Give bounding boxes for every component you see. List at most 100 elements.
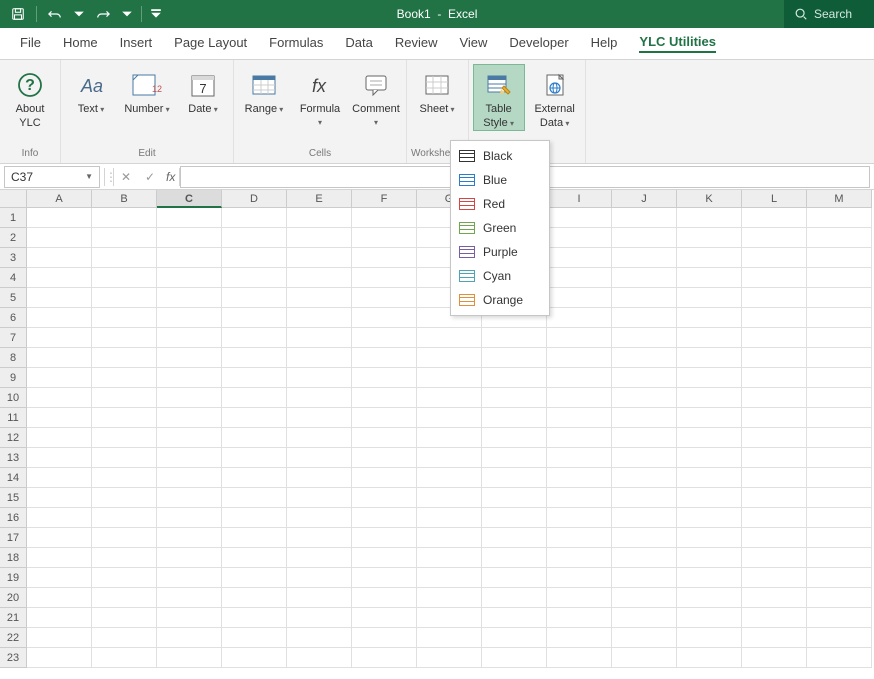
cell[interactable] [547,608,612,628]
table-style-black[interactable]: Black [451,144,549,168]
qat-customize[interactable] [150,4,162,24]
cell[interactable] [27,248,92,268]
cell[interactable] [92,388,157,408]
cell[interactable] [807,248,872,268]
select-all-corner[interactable] [0,190,27,208]
cell[interactable] [807,308,872,328]
cell[interactable] [27,348,92,368]
cell[interactable] [612,308,677,328]
cell[interactable] [287,348,352,368]
cell[interactable] [157,568,222,588]
cell[interactable] [287,328,352,348]
cell[interactable] [157,448,222,468]
spreadsheet-grid[interactable]: ABCDEFGHIJKLM 12345678910111213141516171… [0,190,874,679]
cell[interactable] [677,588,742,608]
cell[interactable] [677,528,742,548]
cell[interactable] [807,448,872,468]
cell[interactable] [807,608,872,628]
cell[interactable] [92,528,157,548]
undo-icon[interactable] [45,4,65,24]
cell[interactable] [742,328,807,348]
cell[interactable] [287,608,352,628]
cell[interactable] [27,568,92,588]
cell[interactable] [612,548,677,568]
cell[interactable] [92,488,157,508]
cell[interactable] [417,528,482,548]
cell[interactable] [27,528,92,548]
undo-menu[interactable] [73,4,85,24]
cell[interactable] [92,328,157,348]
cell[interactable] [677,448,742,468]
fbar-menu[interactable]: ⋮ [105,170,113,184]
row-header-23[interactable]: 23 [0,648,27,668]
cell[interactable] [612,388,677,408]
cell[interactable] [27,508,92,528]
cell[interactable] [677,228,742,248]
cell[interactable] [222,528,287,548]
cell[interactable] [352,208,417,228]
row-header-4[interactable]: 4 [0,268,27,288]
cell[interactable] [92,348,157,368]
cell[interactable] [677,268,742,288]
cell[interactable] [352,268,417,288]
cell[interactable] [742,268,807,288]
cell[interactable] [352,628,417,648]
cell[interactable] [807,368,872,388]
cell[interactable] [547,288,612,308]
col-header-I[interactable]: I [547,190,612,208]
cell[interactable] [417,508,482,528]
cell[interactable] [157,548,222,568]
cell[interactable] [287,468,352,488]
cell[interactable] [547,448,612,468]
cell[interactable] [157,608,222,628]
cell[interactable] [677,288,742,308]
cell[interactable] [157,288,222,308]
cell[interactable] [547,508,612,528]
cell[interactable] [742,488,807,508]
cell[interactable] [742,288,807,308]
cell[interactable] [612,568,677,588]
cell[interactable] [677,248,742,268]
cell[interactable] [482,408,547,428]
col-header-F[interactable]: F [352,190,417,208]
sheet-button[interactable]: Sheet ▾ [411,64,463,117]
cell[interactable] [417,348,482,368]
cell[interactable] [92,628,157,648]
tab-help[interactable]: Help [591,35,618,52]
row-header-22[interactable]: 22 [0,628,27,648]
cell[interactable] [482,548,547,568]
cell[interactable] [352,248,417,268]
cell[interactable] [417,468,482,488]
row-header-17[interactable]: 17 [0,528,27,548]
table-style-button[interactable]: TableStyle ▾ [473,64,525,131]
cell[interactable] [157,268,222,288]
cell[interactable] [547,348,612,368]
cell[interactable] [547,248,612,268]
table-style-cyan[interactable]: Cyan [451,264,549,288]
cell[interactable] [222,228,287,248]
cell[interactable] [807,428,872,448]
cell[interactable] [807,628,872,648]
cell[interactable] [547,208,612,228]
row-header-15[interactable]: 15 [0,488,27,508]
row-header-6[interactable]: 6 [0,308,27,328]
tab-formulas[interactable]: Formulas [269,35,323,52]
cell[interactable] [27,408,92,428]
cell[interactable] [287,428,352,448]
cell[interactable] [287,228,352,248]
tab-view[interactable]: View [459,35,487,52]
cell[interactable] [677,328,742,348]
cell[interactable] [92,448,157,468]
cell[interactable] [222,648,287,668]
cell[interactable] [547,428,612,448]
cell[interactable] [547,648,612,668]
cell[interactable] [547,588,612,608]
row-header-16[interactable]: 16 [0,508,27,528]
cell[interactable] [222,568,287,588]
cell[interactable] [807,588,872,608]
cell[interactable] [222,328,287,348]
cell[interactable] [222,348,287,368]
cell[interactable] [612,368,677,388]
cell[interactable] [352,228,417,248]
cell[interactable] [352,468,417,488]
